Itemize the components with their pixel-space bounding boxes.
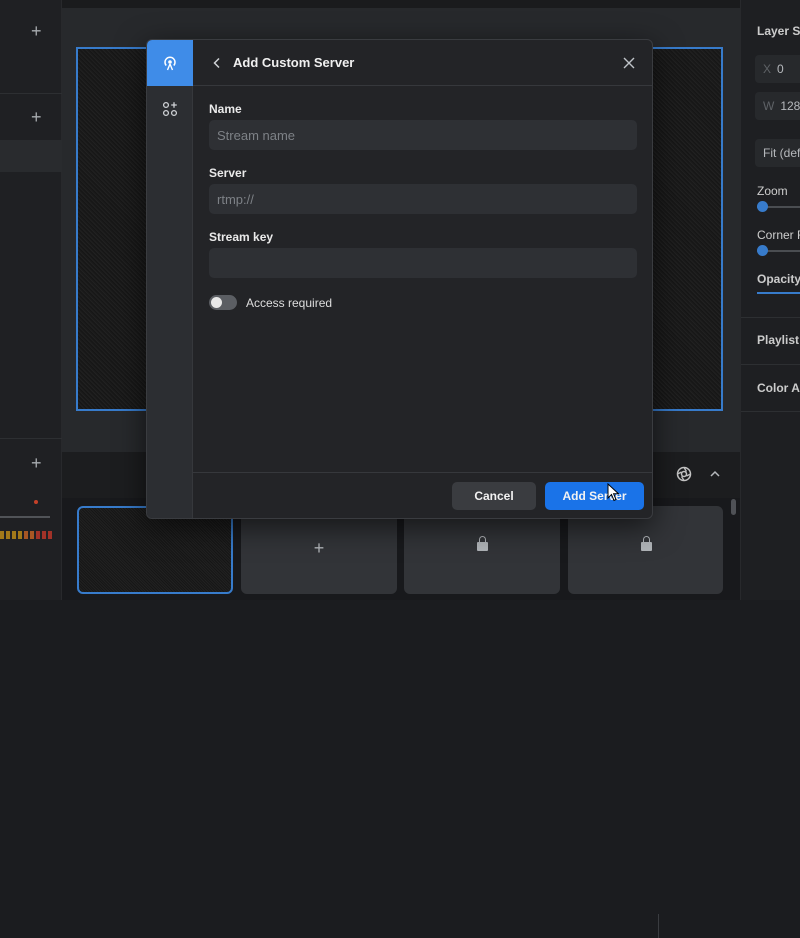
- close-button[interactable]: [618, 52, 640, 74]
- server-url-input[interactable]: [209, 184, 637, 214]
- toggle-knob: [211, 297, 222, 308]
- broadcast-icon: [164, 56, 176, 71]
- close-icon: [623, 57, 635, 69]
- tab-streaming[interactable]: [147, 40, 193, 86]
- chevron-left-icon: [213, 57, 220, 69]
- access-required-toggle[interactable]: [209, 295, 237, 310]
- dialog-side-tabs: [147, 40, 193, 518]
- stream-key-input[interactable]: [209, 248, 637, 278]
- toolbar-divider: [658, 914, 659, 938]
- mouse-cursor-icon: [607, 483, 620, 502]
- back-button[interactable]: [207, 53, 227, 73]
- server-label: Server: [209, 166, 247, 180]
- stream-name-input[interactable]: [209, 120, 637, 150]
- dialog-footer: Cancel Add Server: [193, 472, 652, 518]
- apps-add-icon: [162, 101, 178, 117]
- cancel-button[interactable]: Cancel: [452, 482, 536, 510]
- dialog-header: Add Custom Server: [193, 40, 652, 86]
- stream-key-label: Stream key: [209, 230, 274, 244]
- add-server-button[interactable]: Add Server: [545, 482, 644, 510]
- add-custom-server-dialog: Add Custom Server Name Server Stream key…: [146, 39, 653, 519]
- name-label: Name: [209, 102, 242, 116]
- tab-apps[interactable]: [147, 92, 193, 132]
- dialog-title: Add Custom Server: [233, 55, 355, 70]
- access-required-label: Access required: [246, 296, 333, 310]
